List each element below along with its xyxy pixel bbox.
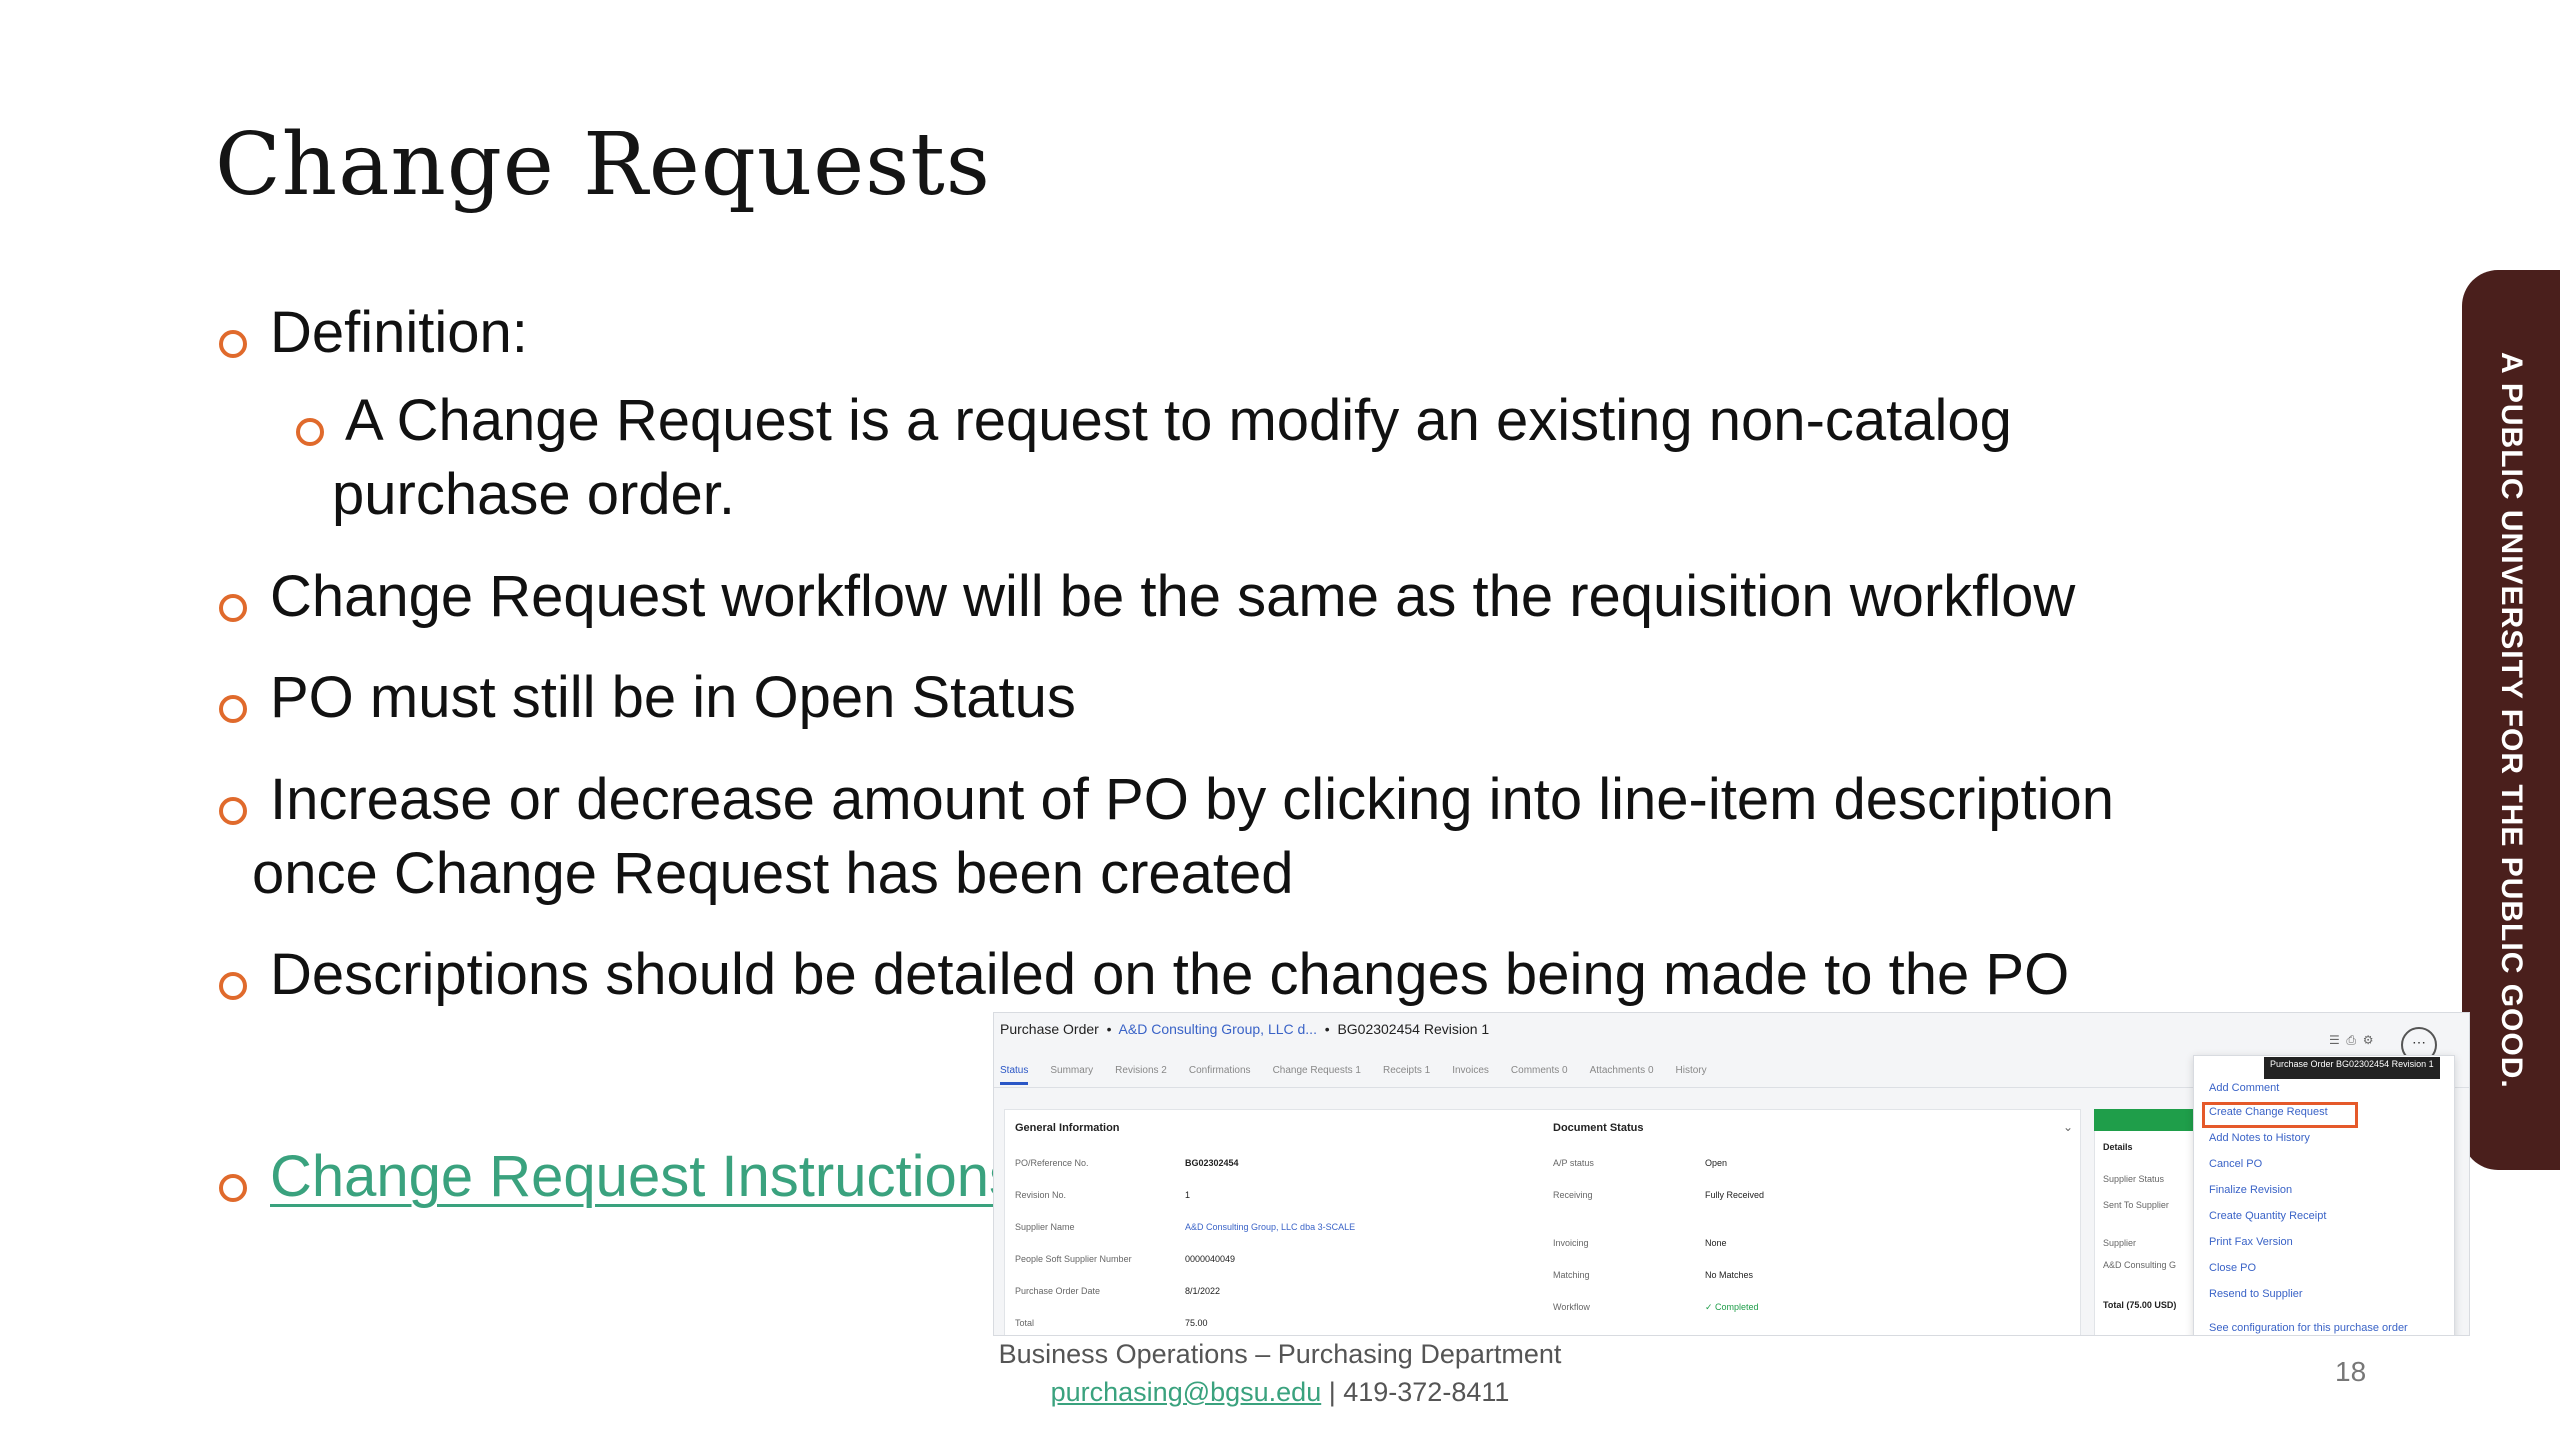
field-value: Fully Received — [1705, 1190, 1765, 1200]
bullet-marker — [219, 594, 247, 622]
field-label: A/P status — [1553, 1158, 1594, 1168]
general-info-card: General Information PO/Reference No. BG0… — [1004, 1109, 2081, 1335]
field-label: Invoicing — [1553, 1238, 1589, 1248]
instructions-link-wrap: Change Request Instructions — [270, 1140, 1018, 1214]
menu-item-create-change-request[interactable]: Create Change Request — [2209, 1106, 2328, 1118]
field-value: 1 — [1185, 1190, 1191, 1200]
breadcrumb-doc: BG02302454 Revision 1 — [1337, 1021, 1490, 1037]
actions-menu: Add Comment Create Change Request Add No… — [2193, 1055, 2455, 1335]
bullet-marker — [219, 330, 247, 358]
po-screenshot: Purchase Order • A&D Consulting Group, L… — [993, 1012, 2470, 1336]
bullet-descriptions: Descriptions should be detailed on the c… — [270, 942, 2070, 1007]
menu-item-cancel-po[interactable]: Cancel PO — [2209, 1158, 2262, 1170]
field-value: BG02302454 — [1185, 1158, 1239, 1168]
tab-confirmations[interactable]: Confirmations — [1189, 1065, 1251, 1085]
tab-summary[interactable]: Summary — [1050, 1065, 1093, 1085]
field-value: ✓ Completed — [1705, 1302, 1759, 1312]
field-label: People Soft Supplier Number — [1015, 1254, 1132, 1264]
footer-phone: | 419-372-8411 — [1321, 1377, 1510, 1407]
menu-item-add-notes[interactable]: Add Notes to History — [2209, 1132, 2310, 1144]
field-label: Revision No. — [1015, 1190, 1067, 1200]
tab-revisions[interactable]: Revisions 2 — [1115, 1065, 1167, 1085]
field-value: No Matches — [1705, 1270, 1754, 1280]
bullet-workflow: Change Request workflow will be the same… — [270, 564, 2076, 629]
field-value: Open — [1705, 1158, 1728, 1168]
side-banner-text-wrap: A PUBLIC UNIVERSITY FOR THE PUBLIC GOOD. — [2462, 270, 2560, 1170]
menu-item-add-comment[interactable]: Add Comment — [2209, 1082, 2279, 1094]
general-info-title: General Information — [1015, 1122, 1120, 1134]
bullet-marker — [219, 972, 247, 1000]
bullet-marker — [219, 1174, 247, 1202]
menu-item-finalize-revision[interactable]: Finalize Revision — [2209, 1184, 2292, 1196]
toolbar-icons[interactable]: ☰ ⎙ ⚙ — [2329, 1033, 2373, 1048]
bullet-definition-text-cont: purchase order. — [332, 462, 736, 527]
details-title: Details — [2103, 1142, 2133, 1152]
menu-item-see-configuration[interactable]: See configuration for this purchase orde… — [2209, 1322, 2408, 1334]
chevron-down-icon[interactable]: ⌄ — [2063, 1120, 2073, 1134]
change-request-instructions-link[interactable]: Change Request Instructions — [270, 1144, 1018, 1209]
field-label: Matching — [1553, 1270, 1590, 1280]
field-label: PO/Reference No. — [1015, 1158, 1089, 1168]
tab-change-requests[interactable]: Change Requests 1 — [1273, 1065, 1361, 1085]
tab-invoices[interactable]: Invoices — [1452, 1065, 1489, 1085]
breadcrumb-supplier[interactable]: A&D Consulting Group, LLC d... — [1119, 1021, 1317, 1037]
field-label: Purchase Order Date — [1015, 1286, 1101, 1296]
field-label: Receiving — [1553, 1190, 1593, 1200]
supplier-link[interactable]: A&D Consulting Group, LLC dba 3-SCALE — [1185, 1222, 1355, 1232]
menu-item-print-fax[interactable]: Print Fax Version — [2209, 1236, 2293, 1248]
bullet-open-status: PO must still be in Open Status — [270, 665, 1076, 730]
bullet-increase-decrease-cont: once Change Request has been created — [252, 841, 1294, 906]
menu-item-close-po[interactable]: Close PO — [2209, 1262, 2256, 1274]
breadcrumb-sep-icon: • — [1102, 1021, 1119, 1037]
details-label: Supplier Status — [2103, 1174, 2165, 1184]
tooltip: Purchase Order BG02302454 Revision 1 — [2264, 1057, 2440, 1079]
bullet-marker — [296, 418, 324, 446]
details-card: Details Supplier Status Sent To Supplier… — [2094, 1109, 2196, 1335]
field-value: 8/1/2022 — [1185, 1286, 1221, 1296]
bullet-definition-text: A Change Request is a request to modify … — [345, 388, 2012, 453]
menu-item-resend-supplier[interactable]: Resend to Supplier — [2209, 1288, 2303, 1300]
breadcrumb-sep-icon: • — [1320, 1021, 1338, 1037]
side-banner-text: A PUBLIC UNIVERSITY FOR THE PUBLIC GOOD. — [2495, 351, 2528, 1089]
field-label: Supplier Name — [1015, 1222, 1075, 1232]
status-bar — [2094, 1109, 2194, 1131]
breadcrumb-root[interactable]: Purchase Order — [1000, 1021, 1099, 1037]
details-label: A&D Consulting G — [2103, 1260, 2177, 1270]
details-label: Supplier — [2103, 1238, 2137, 1248]
footer-contact: purchasing@bgsu.edu | 419-372-8411 — [0, 1377, 2560, 1408]
bullet-marker — [219, 797, 247, 825]
field-value: None — [1705, 1238, 1727, 1248]
po-tabs: Status Summary Revisions 2 Confirmations… — [1000, 1065, 1707, 1085]
field-label: Workflow — [1553, 1302, 1590, 1312]
bullet-increase-decrease: Increase or decrease amount of PO by cli… — [270, 767, 2114, 832]
bullet-definition: Definition: — [270, 300, 528, 365]
tab-status[interactable]: Status — [1000, 1065, 1029, 1085]
tab-receipts[interactable]: Receipts 1 — [1383, 1065, 1430, 1085]
details-label: Sent To Supplier — [2103, 1200, 2169, 1210]
bullet-marker — [219, 695, 247, 723]
field-value: 0000040049 — [1185, 1254, 1236, 1264]
po-breadcrumb: Purchase Order • A&D Consulting Group, L… — [1000, 1021, 1489, 1037]
field-label: Total — [1015, 1318, 1035, 1328]
menu-item-create-quantity-receipt[interactable]: Create Quantity Receipt — [2209, 1210, 2326, 1222]
tab-history[interactable]: History — [1676, 1065, 1707, 1085]
page-number: 18 — [2335, 1356, 2367, 1387]
footer-email-link[interactable]: purchasing@bgsu.edu — [1051, 1377, 1322, 1407]
field-value: 75.00 — [1185, 1318, 1208, 1328]
document-status-title: Document Status — [1553, 1122, 1644, 1134]
tab-attachments[interactable]: Attachments 0 — [1590, 1065, 1654, 1085]
slide-title: Change Requests — [215, 115, 991, 215]
tab-comments[interactable]: Comments 0 — [1511, 1065, 1568, 1085]
details-total: Total (75.00 USD) — [2103, 1300, 2177, 1310]
footer-line1: Business Operations – Purchasing Departm… — [998, 1339, 1562, 1369]
